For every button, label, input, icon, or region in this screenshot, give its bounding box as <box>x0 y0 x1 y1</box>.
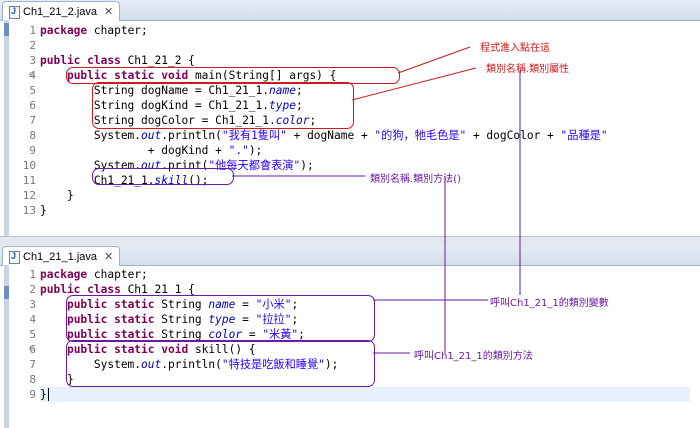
note-entry-point: 程式進入點在這 <box>480 43 550 54</box>
line-number: 3 <box>29 298 36 311</box>
code-token: "品種是" <box>560 129 608 142</box>
line-number: 9 <box>29 144 36 157</box>
tab-title: Ch1_21_1.java <box>23 250 98 263</box>
code-token: public class <box>40 54 121 67</box>
java-file-icon <box>7 5 20 19</box>
line-number: 6 <box>29 99 36 112</box>
note-call-variables: 呼叫Ch1_21_1的類別變數 <box>490 298 609 309</box>
code-token: chapter; <box>87 268 148 281</box>
line-number: 10 <box>22 159 36 172</box>
code-token: "我有1隻叫" <box>221 129 287 142</box>
line-number: 3 <box>29 54 36 67</box>
highlight-class-attributes <box>92 82 354 129</box>
line-number: 11 <box>22 174 36 187</box>
code-line[interactable]: } <box>40 387 690 402</box>
code-token: } <box>40 204 47 217</box>
code-line[interactable]: public class Ch1_21_2 { <box>40 53 195 68</box>
code-token: package <box>40 268 88 281</box>
code-token: Ch1_21_2 { <box>120 54 195 67</box>
note-class-method: 類別名稱.類別方法() <box>370 174 461 185</box>
line-number: 12 <box>22 189 36 202</box>
line-number: 8 <box>29 373 36 386</box>
highlight-skill-call <box>92 168 234 185</box>
note-class-attribute: 類別名稱.類別屬性 <box>486 64 570 75</box>
line-number: 2 <box>29 283 36 296</box>
note-call-method: 呼叫Ch1_21_1的類別方法 <box>414 351 533 362</box>
highlight-static-fields <box>66 295 375 342</box>
code-line[interactable]: System.out.println("我有1隻叫" + dogName + "… <box>40 128 608 143</box>
code-token: .println( <box>161 129 222 142</box>
code-token: System. <box>40 129 142 142</box>
code-token: ); <box>300 159 314 172</box>
editor-tab-ch1-21-1[interactable]: Ch1_21_1.java ✕ <box>2 246 121 266</box>
line-number: 8 <box>29 129 36 142</box>
editor-tabbar: Ch1_21_1.java ✕ <box>0 245 700 266</box>
line-marker <box>4 286 9 299</box>
line-number: 7 <box>29 358 36 371</box>
line-number: 2 <box>29 39 36 52</box>
line-number: 4 <box>29 313 36 326</box>
editor-tab-ch1-21-2[interactable]: Ch1_21_2.java ✕ <box>2 1 121 21</box>
line-number: 5 <box>29 84 36 97</box>
code-line[interactable]: } <box>40 203 47 218</box>
code-token: chapter; <box>87 24 148 37</box>
code-line[interactable]: package chapter; <box>40 23 148 38</box>
editor-tabbar: Ch1_21_2.java ✕ <box>0 0 700 21</box>
code-token: + dogName + <box>286 129 375 142</box>
close-icon[interactable]: ✕ <box>104 5 113 18</box>
line-number: 13 <box>22 204 36 217</box>
fold-toggle-icon[interactable]: ⊖ <box>29 68 34 83</box>
line-number: 9 <box>29 388 36 401</box>
code-token: "." <box>228 144 249 157</box>
code-token: package <box>40 24 88 37</box>
code-token: } <box>40 388 47 401</box>
code-token: } <box>40 189 74 202</box>
code-line[interactable]: + dogKind + "."); <box>40 143 263 158</box>
line-number: 7 <box>29 114 36 127</box>
code-token: "的狗，牠毛色是" <box>374 129 467 142</box>
code-line[interactable]: } <box>40 188 74 203</box>
code-token: + dogColor + <box>466 129 561 142</box>
line-number: 1 <box>29 268 36 281</box>
fold-toggle-icon[interactable]: ⊖ <box>29 342 34 357</box>
code-token: + dogKind + <box>40 144 229 157</box>
java-file-icon <box>7 250 20 264</box>
close-icon[interactable]: ✕ <box>104 250 113 263</box>
line-number: 5 <box>29 328 36 341</box>
tab-title: Ch1_21_2.java <box>23 5 98 18</box>
text-caret <box>48 388 49 401</box>
highlight-skill-method <box>66 340 375 387</box>
overview-ruler <box>4 20 9 236</box>
code-token: ); <box>248 144 263 157</box>
overview-ruler <box>4 265 9 428</box>
code-token: out <box>141 129 162 142</box>
code-line[interactable]: package chapter; <box>40 267 148 282</box>
line-number: 1 <box>29 24 36 37</box>
line-marker <box>4 23 9 36</box>
